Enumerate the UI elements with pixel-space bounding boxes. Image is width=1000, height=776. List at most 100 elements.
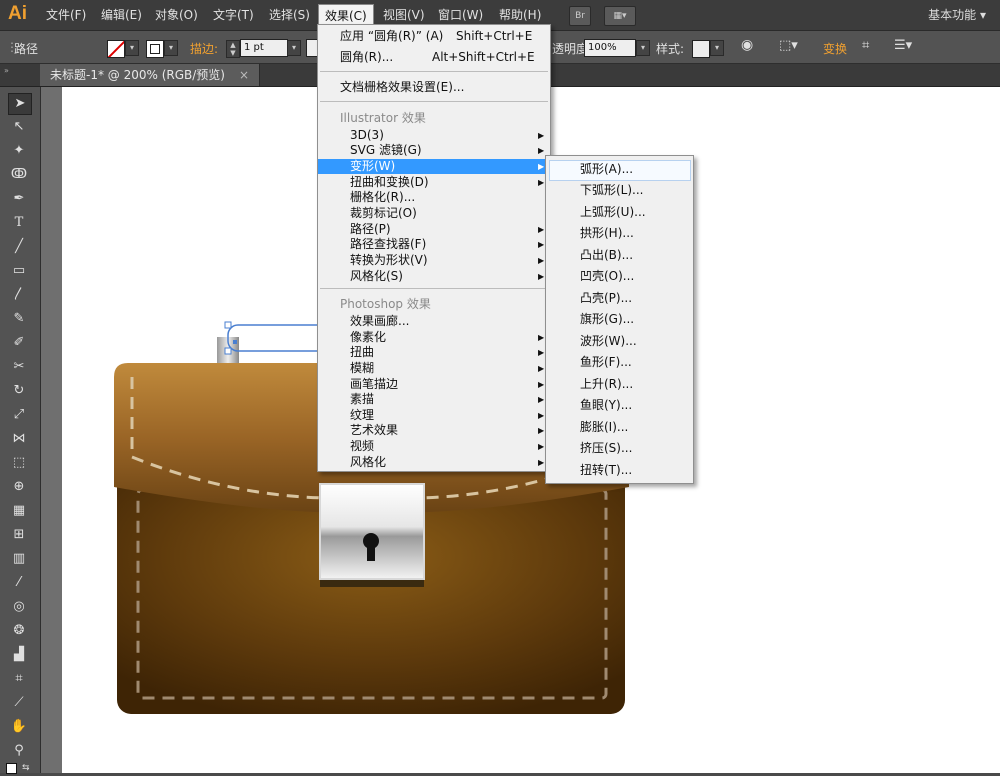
menu-edit[interactable]: 编辑(E): [101, 6, 142, 23]
hand-tool-icon[interactable]: ✋: [8, 717, 30, 737]
stroke-swatch[interactable]: [146, 40, 164, 58]
close-tab-icon[interactable]: ×: [239, 68, 249, 82]
opacity-input[interactable]: 100%: [584, 39, 636, 57]
scale-tool-icon[interactable]: ⤢: [8, 405, 30, 425]
menu-item-path[interactable]: 路径(P) ▶: [318, 222, 550, 237]
warp-fish-item[interactable]: 鱼形(F)...: [580, 352, 632, 372]
menu-item-stylize-ps[interactable]: 风格化 ▶: [318, 455, 550, 470]
symbol-sprayer-tool-icon[interactable]: ❂: [8, 621, 30, 641]
style-dropdown-icon[interactable]: ▾: [710, 40, 724, 56]
warp-shell-lower-item[interactable]: 凹壳(O)...: [580, 266, 634, 286]
menu-item-brush-strokes[interactable]: 画笔描边 ▶: [318, 377, 550, 392]
stroke-weight-dropdown-icon[interactable]: ▾: [287, 40, 301, 56]
pencil-tool-icon[interactable]: ✎: [8, 309, 30, 329]
fill-swatch[interactable]: [107, 40, 125, 58]
bridge-button[interactable]: Br: [569, 6, 591, 26]
blob-brush-tool-icon[interactable]: ✐: [8, 333, 30, 353]
warp-arc-upper-item[interactable]: 上弧形(U)...: [580, 202, 646, 222]
selection-tool-icon[interactable]: ➤: [8, 93, 32, 115]
panel-menu-icon[interactable]: ☰▾: [894, 38, 912, 53]
anchor-point[interactable]: [224, 321, 232, 329]
document-raster-settings-item[interactable]: 文档栅格效果设置(E)...: [318, 80, 550, 95]
graphic-style-swatch[interactable]: [692, 40, 710, 58]
free-transform-tool-icon[interactable]: ⬚: [8, 453, 30, 473]
menu-item-video[interactable]: 视频 ▶: [318, 439, 550, 454]
menu-effect[interactable]: 效果(C): [318, 4, 374, 26]
round-corners-item[interactable]: 圆角(R)... Alt+Shift+Ctrl+E: [318, 50, 550, 65]
menu-item-svg-filters[interactable]: SVG 滤镜(G) ▶: [318, 143, 550, 158]
warp-arc-lower-item[interactable]: 下弧形(L)...: [580, 180, 644, 200]
slice-tool-icon[interactable]: ⟋: [8, 693, 30, 713]
blend-tool-icon[interactable]: ◎: [8, 597, 30, 617]
apply-round-corners-item[interactable]: 应用 “圆角(R)” (A) Shift+Ctrl+E: [318, 29, 550, 44]
scissors-tool-icon[interactable]: ✂: [8, 357, 30, 377]
type-tool-icon[interactable]: T: [8, 213, 30, 233]
rotate-tool-icon[interactable]: ↻: [8, 381, 30, 401]
paintbrush-tool-icon[interactable]: 〳: [8, 285, 30, 305]
default-fill-stroke-icon[interactable]: [6, 763, 17, 774]
warp-rise-item[interactable]: 上升(R)...: [580, 374, 633, 394]
width-tool-icon[interactable]: ⋈: [8, 429, 30, 449]
menu-type[interactable]: 文字(T): [213, 6, 254, 23]
warp-bulge-item[interactable]: 凸出(B)...: [580, 245, 633, 265]
menu-window[interactable]: 窗口(W): [438, 6, 483, 23]
warp-flag-item[interactable]: 旗形(G)...: [580, 309, 634, 329]
collapse-panels-icon[interactable]: »: [4, 66, 9, 75]
align-icon[interactable]: ⬚▾: [779, 38, 798, 53]
menu-view[interactable]: 视图(V): [383, 6, 425, 23]
menu-item-effect-gallery[interactable]: 效果画廊...: [318, 314, 550, 329]
anchor-point[interactable]: [224, 347, 232, 355]
menu-help[interactable]: 帮助(H): [499, 6, 541, 23]
menu-object[interactable]: 对象(O): [155, 6, 198, 23]
menu-item-artistic[interactable]: 艺术效果 ▶: [318, 423, 550, 438]
stroke-dropdown-icon[interactable]: ▾: [164, 40, 178, 56]
menu-item-blur[interactable]: 模糊 ▶: [318, 361, 550, 376]
artboard-tool-icon[interactable]: ⌗: [8, 669, 30, 689]
pen-tool-icon[interactable]: ✒: [8, 189, 30, 209]
shape-builder-tool-icon[interactable]: ⊕: [8, 477, 30, 497]
menu-item-distort-transform[interactable]: 扭曲和变换(D) ▶: [318, 175, 550, 190]
stroke-label[interactable]: 描边:: [190, 40, 218, 57]
warp-shell-upper-item[interactable]: 凸壳(P)...: [580, 288, 632, 308]
eyedropper-tool-icon[interactable]: ⁄: [8, 573, 30, 593]
menu-item-warp[interactable]: 变形(W) ▶: [318, 159, 550, 174]
gradient-tool-icon[interactable]: ▥: [8, 549, 30, 569]
line-tool-icon[interactable]: ╱: [8, 237, 30, 257]
menu-item-pathfinder[interactable]: 路径查找器(F) ▶: [318, 237, 550, 252]
opacity-dropdown-icon[interactable]: ▾: [636, 40, 650, 56]
perspective-grid-tool-icon[interactable]: ▦: [8, 501, 30, 521]
menu-item-stylize[interactable]: 风格化(S) ▶: [318, 269, 550, 284]
menu-item-crop-marks[interactable]: 裁剪标记(O): [318, 206, 550, 221]
transform-link[interactable]: 变换: [823, 40, 847, 57]
menu-file[interactable]: 文件(F): [46, 6, 86, 23]
arrange-documents-button[interactable]: ▦▾: [604, 6, 636, 26]
menu-select[interactable]: 选择(S): [269, 6, 310, 23]
stroke-weight-input[interactable]: 1 pt: [240, 39, 288, 57]
warp-inflate-item[interactable]: 膨胀(I)...: [580, 417, 628, 437]
warp-wave-item[interactable]: 波形(W)...: [580, 331, 637, 351]
lasso-tool-icon[interactable]: ↂ: [8, 165, 30, 185]
warp-squeeze-item[interactable]: 挤压(S)...: [580, 438, 632, 458]
recolor-artwork-icon[interactable]: ◉: [741, 37, 753, 53]
column-graph-tool-icon[interactable]: ▟: [8, 645, 30, 665]
warp-twist-item[interactable]: 扭转(T)...: [580, 460, 632, 480]
warp-arc-item[interactable]: 弧形(A)...: [580, 159, 633, 179]
menu-item-texture[interactable]: 纹理 ▶: [318, 408, 550, 423]
menu-item-rasterize[interactable]: 栅格化(R)...: [318, 190, 550, 205]
fill-dropdown-icon[interactable]: ▾: [125, 40, 139, 56]
warp-fisheye-item[interactable]: 鱼眼(Y)...: [580, 395, 632, 415]
menu-item-pixelate[interactable]: 像素化 ▶: [318, 330, 550, 345]
document-tab[interactable]: 未标题-1* @ 200% (RGB/预览) ×: [40, 64, 261, 86]
mesh-tool-icon[interactable]: ⊞: [8, 525, 30, 545]
magic-wand-tool-icon[interactable]: ✦: [8, 141, 30, 161]
zoom-tool-icon[interactable]: ⚲: [8, 741, 30, 761]
menu-item-distort[interactable]: 扭曲 ▶: [318, 345, 550, 360]
menu-item-3d[interactable]: 3D(3) ▶: [318, 128, 550, 143]
menu-item-convert-to-shape[interactable]: 转换为形状(V) ▶: [318, 253, 550, 268]
workspace-switcher[interactable]: 基本功能 ▾: [928, 6, 986, 23]
swap-fill-stroke-icon[interactable]: ⇆: [22, 763, 30, 773]
anchor-point[interactable]: [233, 340, 237, 344]
direct-selection-tool-icon[interactable]: ↖: [8, 117, 30, 137]
warp-arch-item[interactable]: 拱形(H)...: [580, 223, 634, 243]
stroke-stepper[interactable]: ▲ ▼: [226, 40, 240, 58]
